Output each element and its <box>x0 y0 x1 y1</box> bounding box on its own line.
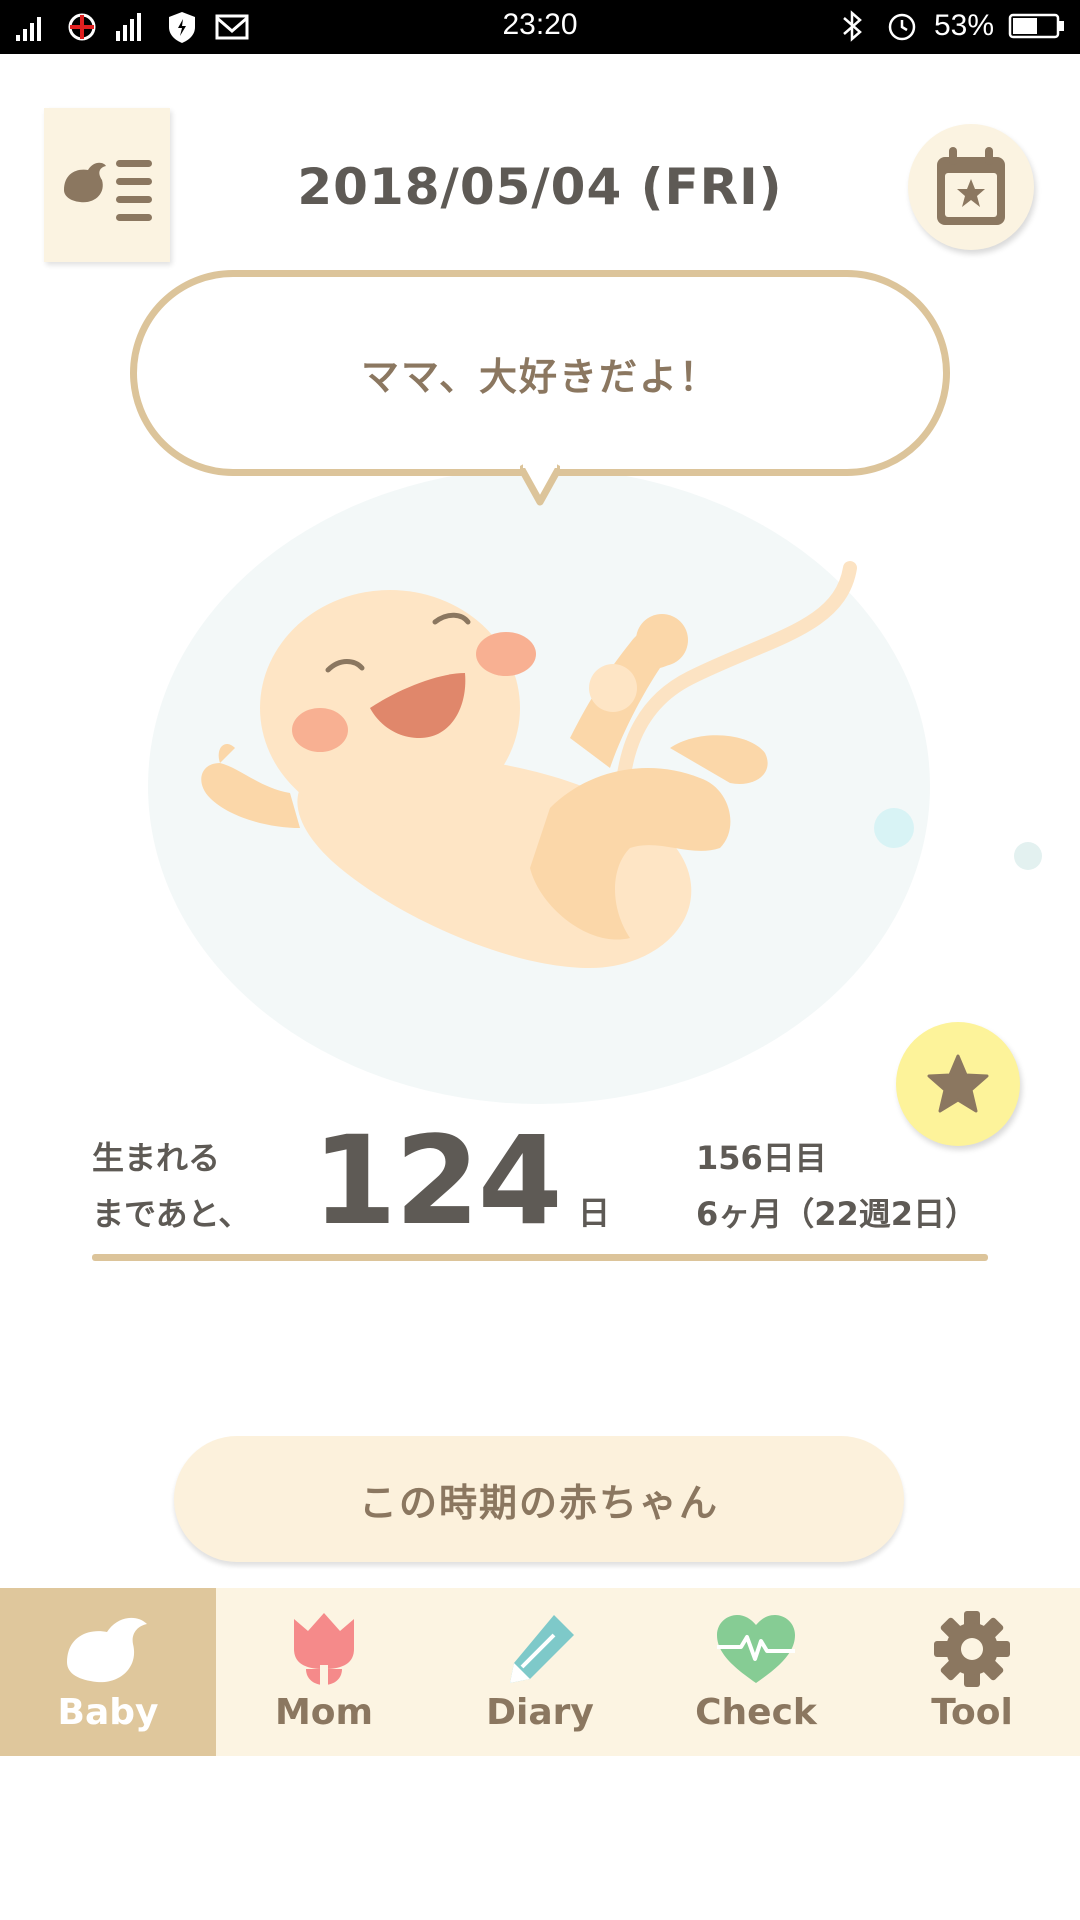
pregnancy-progress: 156日目 6ヶ月（22週2日） <box>696 1130 977 1242</box>
tab-baby-label: Baby <box>57 1692 159 1733</box>
status-right-icons: 53% <box>834 8 1066 44</box>
divider <box>92 1254 988 1261</box>
baby-illustration <box>201 561 857 968</box>
calendar-star-icon <box>937 147 1005 225</box>
status-bar: 23:20 53% <box>0 0 1080 54</box>
tab-check-label: Check <box>695 1692 817 1733</box>
battery-icon <box>1008 13 1064 39</box>
tab-tool[interactable]: Tool <box>864 1588 1080 1756</box>
countdown-label: 生まれる まであと、 <box>92 1130 250 1242</box>
gear-icon <box>934 1611 1010 1687</box>
tab-diary-label: Diary <box>486 1692 594 1733</box>
pencil-icon <box>510 1615 574 1683</box>
countdown-label-line1: 生まれる <box>92 1139 221 1177</box>
period-button-label: この時期の赤ちゃん <box>358 1480 719 1525</box>
tab-check[interactable]: Check <box>648 1588 864 1756</box>
month-week: 6ヶ月（22週2日） <box>696 1195 978 1233</box>
bubble-dot-small <box>1014 842 1042 870</box>
days-unit: 日 <box>578 1194 611 1232</box>
countdown-label-line2: まであと、 <box>92 1195 251 1233</box>
speech-bubble: ママ、大好きだよ！ <box>130 270 950 476</box>
bubble-dot <box>874 808 914 848</box>
tab-baby[interactable]: Baby <box>0 1588 216 1756</box>
bird-list-icon <box>64 160 152 221</box>
tulip-icon <box>294 1613 354 1685</box>
tab-mom[interactable]: Mom <box>216 1588 432 1756</box>
heart-pulse-icon <box>717 1615 795 1683</box>
menu-button[interactable] <box>44 108 170 262</box>
calendar-button[interactable] <box>908 124 1034 250</box>
alarm-icon <box>888 13 916 41</box>
baby-this-period-button[interactable]: この時期の赤ちゃん <box>174 1436 904 1562</box>
bubble-message: ママ、大好きだよ！ <box>360 354 720 399</box>
days-left-number: 124 <box>312 1110 563 1252</box>
tab-mom-label: Mom <box>274 1692 374 1733</box>
bottom-nav: Baby Mom Diary Check Tool <box>0 1588 1080 1756</box>
page-title-date: 2018/05/04 (FRI) <box>297 158 783 216</box>
bubble-tail <box>520 462 560 506</box>
battery-percent: 53% <box>933 9 994 42</box>
tab-tool-label: Tool <box>931 1692 1013 1733</box>
tab-diary[interactable]: Diary <box>432 1588 648 1756</box>
star-icon <box>927 1054 989 1113</box>
favorite-star-button[interactable] <box>896 1022 1020 1146</box>
bird-icon <box>67 1617 147 1683</box>
bluetooth-icon <box>843 10 862 42</box>
